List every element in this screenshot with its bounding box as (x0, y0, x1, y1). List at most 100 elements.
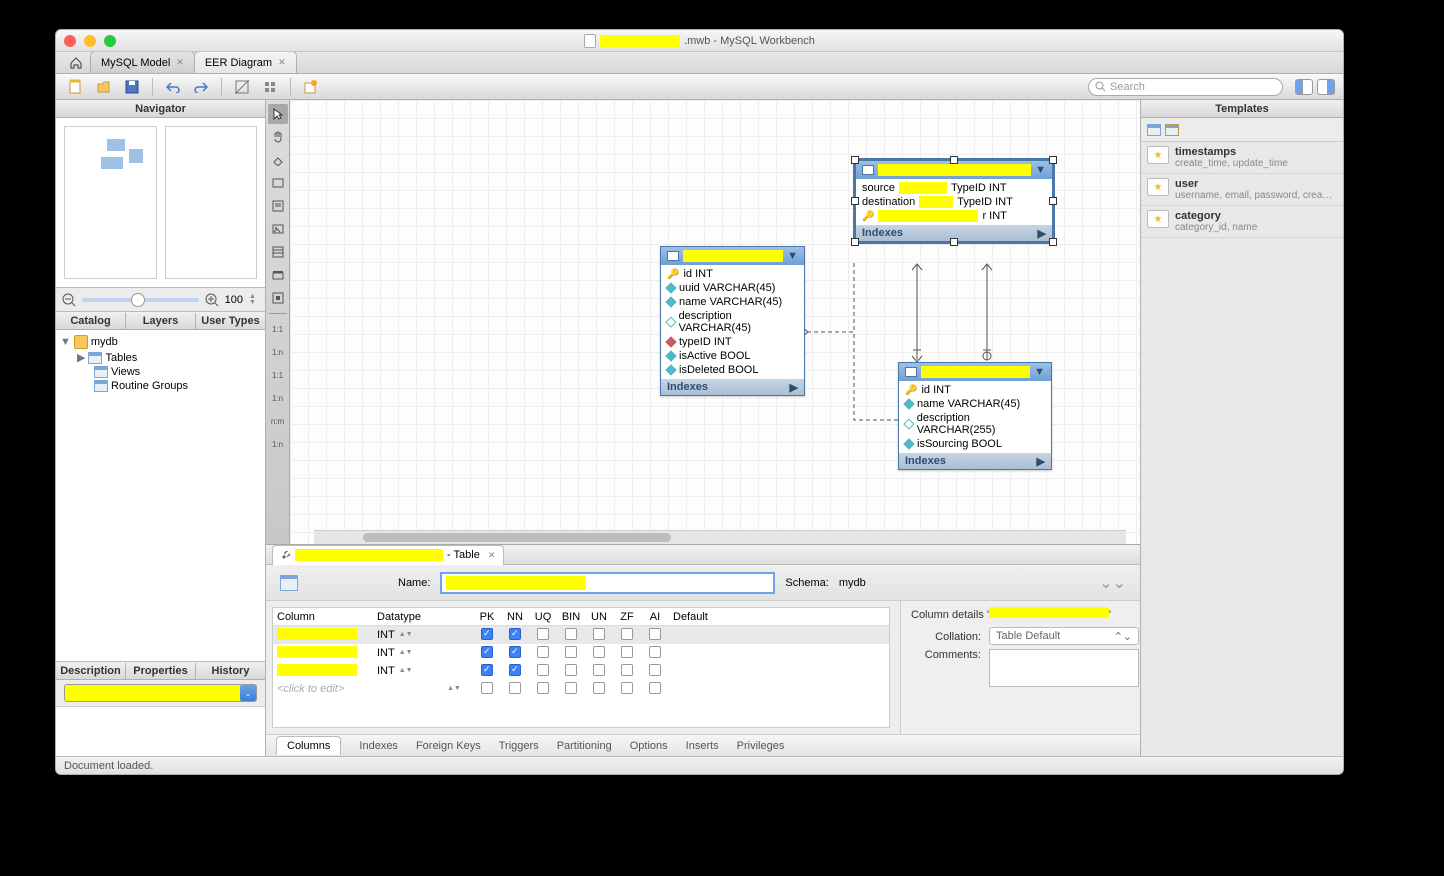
close-icon[interactable]: ✕ (176, 57, 184, 68)
grid-toggle-button[interactable] (230, 77, 254, 97)
chevron-right-icon[interactable]: ▶ (1038, 227, 1046, 240)
bt-indexes[interactable]: Indexes (359, 740, 398, 752)
align-button[interactable] (258, 77, 282, 97)
table-icon (667, 251, 679, 261)
chevron-right-icon[interactable]: ▶ (790, 381, 798, 394)
key-icon: 🔑 (862, 211, 874, 222)
rel-1-n-id[interactable]: 1:n (268, 388, 288, 408)
editor-tab[interactable]: - Table ✕ (272, 545, 504, 565)
tab-layers[interactable]: Layers (126, 313, 196, 329)
tab-user-types[interactable]: User Types (196, 313, 265, 329)
view-tool[interactable] (268, 265, 288, 285)
column-details: Column details '' Collation: Table Defau… (900, 601, 1140, 734)
search-icon (1095, 81, 1106, 92)
column-icon (665, 364, 676, 375)
hand-tool[interactable] (268, 127, 288, 147)
diagram-wrap: 1:1 1:n 1:1 1:n n:m 1:n (266, 100, 1140, 544)
table-template-icon[interactable] (1147, 124, 1161, 136)
tab-eer-diagram[interactable]: EER Diagram✕ (194, 51, 297, 73)
column-row[interactable]: INT▲▼ (273, 662, 889, 680)
bt-fk[interactable]: Foreign Keys (416, 740, 481, 752)
bt-privileges[interactable]: Privileges (737, 740, 785, 752)
pointer-tool[interactable] (268, 104, 288, 124)
comments-input[interactable] (989, 649, 1139, 687)
erd-table-3[interactable]: ▼ 🔑id INT name VARCHAR(45) description V… (898, 362, 1052, 470)
close-icon[interactable]: ✕ (488, 550, 496, 561)
table-name-input[interactable] (440, 572, 775, 594)
chevron-right-icon[interactable]: ▶ (1037, 455, 1045, 468)
object-select[interactable]: ⌄ (56, 680, 265, 706)
column-row-new[interactable]: <click to edit> ▲▼ (273, 680, 889, 698)
rel-1-n-nonid[interactable]: 1:n (268, 342, 288, 362)
zoom-out-icon[interactable] (62, 293, 76, 307)
diagram-canvas[interactable]: ▼ 🔑id INT uuid VARCHAR(45) name VARCHAR(… (290, 100, 1140, 544)
table-template-alt-icon[interactable] (1165, 124, 1179, 136)
close-window-icon[interactable] (64, 35, 76, 47)
template-item-category[interactable]: ★ categorycategory_id, name (1141, 206, 1343, 238)
minimize-window-icon[interactable] (84, 35, 96, 47)
note-tool[interactable] (268, 196, 288, 216)
home-button[interactable] (62, 53, 90, 73)
tab-catalog[interactable]: Catalog (56, 313, 126, 329)
column-row[interactable]: INT▲▼ (273, 626, 889, 644)
template-item-timestamps[interactable]: ★ timestampscreate_time, update_time (1141, 142, 1343, 174)
eraser-tool[interactable] (268, 150, 288, 170)
export-button[interactable] (299, 77, 323, 97)
collation-select[interactable]: Table Default⌃⌄ (989, 627, 1139, 645)
columns-table[interactable]: Column Datatype PK NN UQ BIN UN ZF AI De… (272, 607, 890, 728)
navigator-preview[interactable] (56, 118, 265, 288)
tree-views[interactable]: Views (56, 365, 265, 379)
table-tool[interactable] (268, 242, 288, 262)
column-icon (665, 296, 676, 307)
traffic-lights (64, 35, 116, 47)
close-icon[interactable]: ✕ (278, 57, 286, 68)
image-tool[interactable] (268, 219, 288, 239)
redo-button[interactable] (189, 77, 213, 97)
horizontal-scrollbar[interactable] (314, 530, 1126, 544)
chevron-down-icon: ⌄ (240, 685, 256, 701)
tab-description[interactable]: Description (56, 663, 126, 679)
tab-properties[interactable]: Properties (126, 663, 196, 679)
new-document-button[interactable] (64, 77, 88, 97)
table-icon (862, 165, 874, 175)
chevron-down-icon[interactable]: ▼ (787, 250, 798, 262)
erd-table-2[interactable]: ▼ sourceTypeID INT destinationTypeID INT… (855, 160, 1053, 242)
rel-1-1-id[interactable]: 1:1 (268, 365, 288, 385)
erd-table-1[interactable]: ▼ 🔑id INT uuid VARCHAR(45) name VARCHAR(… (660, 246, 805, 396)
zoom-stepper[interactable]: ▲▼ (249, 293, 259, 307)
chevron-down-icon[interactable]: ▼ (1035, 164, 1046, 176)
template-item-user[interactable]: ★ userusername, email, password, crea… (1141, 174, 1343, 206)
search-input[interactable]: Search (1088, 78, 1283, 96)
description-body[interactable] (56, 706, 265, 756)
routine-tool[interactable] (268, 288, 288, 308)
save-button[interactable] (120, 77, 144, 97)
zoom-slider[interactable] (82, 298, 199, 302)
expand-icon[interactable]: ⌄⌄ (1099, 573, 1126, 593)
rel-1-1-nonid[interactable]: 1:1 (268, 319, 288, 339)
tree-db[interactable]: ▼mydb (56, 334, 265, 350)
undo-button[interactable] (161, 77, 185, 97)
bt-triggers[interactable]: Triggers (499, 740, 539, 752)
layer-tool[interactable] (268, 173, 288, 193)
tab-mysql-model[interactable]: MySQL Model✕ (90, 51, 195, 73)
rel-n-m[interactable]: n:m (268, 411, 288, 431)
bt-inserts[interactable]: Inserts (686, 740, 719, 752)
zoom-in-icon[interactable] (205, 293, 219, 307)
chevron-down-icon[interactable]: ▼ (1034, 366, 1045, 378)
tree-routines[interactable]: Routine Groups (56, 379, 265, 393)
star-icon: ★ (1147, 178, 1169, 196)
rel-1-n-pick[interactable]: 1:n (268, 434, 288, 454)
tab-history[interactable]: History (196, 663, 265, 679)
table-editor: - Table ✕ Name: Schema: mydb ⌄⌄ (266, 544, 1140, 756)
toggle-right-panel-button[interactable] (1317, 79, 1335, 95)
column-row[interactable]: INT▲▼ (273, 644, 889, 662)
catalog-tree[interactable]: ▼mydb ▶Tables Views Routine Groups (56, 330, 265, 661)
toggle-left-panel-button[interactable] (1295, 79, 1313, 95)
tree-tables[interactable]: ▶Tables (56, 350, 265, 365)
bt-options[interactable]: Options (630, 740, 668, 752)
status-bar: Document loaded. (56, 756, 1343, 774)
bt-partitioning[interactable]: Partitioning (557, 740, 612, 752)
bt-columns[interactable]: Columns (276, 736, 341, 755)
open-button[interactable] (92, 77, 116, 97)
zoom-window-icon[interactable] (104, 35, 116, 47)
